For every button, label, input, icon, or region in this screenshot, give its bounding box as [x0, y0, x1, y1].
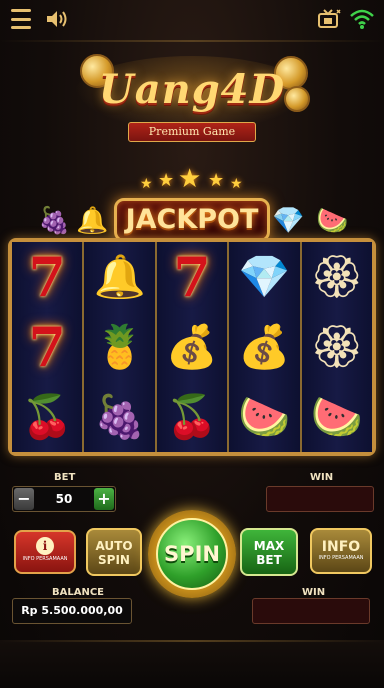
seven-icon: 7 — [173, 245, 211, 309]
max-bet-line2: BET — [256, 553, 282, 567]
auto-spin-line2: SPIN — [98, 553, 130, 567]
reel-cell: 🏵 — [302, 312, 372, 382]
reel-cell: 🔔 — [84, 242, 154, 312]
cherries-icon: 🍒 — [165, 392, 219, 441]
info-right-sublabel: INFO PERSAMAAN — [318, 555, 364, 561]
reel-column: 🏵 🏵 🍉 — [301, 242, 373, 452]
reel-cell: 💰 — [157, 312, 227, 382]
tv-icon[interactable] — [316, 8, 342, 30]
top-bar — [0, 0, 384, 38]
grapes-icon: 🍇 — [93, 392, 146, 441]
info-left-label: INFO PERSAMAAN — [22, 556, 68, 562]
reel-cell: 7 — [157, 242, 227, 312]
diamond-icon: 💎 — [272, 206, 305, 236]
spin-button[interactable]: SPIN — [156, 518, 228, 590]
watermelon-icon: 🍉 — [238, 392, 291, 441]
bell-icon: 🔔 — [76, 206, 109, 236]
max-bet-button[interactable]: MAX BET — [240, 528, 298, 576]
bottom-rail — [0, 640, 384, 688]
speaker-icon[interactable] — [44, 8, 70, 30]
auto-spin-button[interactable]: AUTO SPIN — [86, 528, 142, 576]
reel-cell: 7 — [12, 242, 82, 312]
seven-icon: 7 — [28, 245, 66, 309]
reel-column: 7 💰 🍒 — [156, 242, 230, 452]
wifi-icon — [348, 7, 376, 31]
reel-frame: 7 7 🍒 🔔 🍍 🍇 7 💰 🍒 💎 💰 🍉 🏵 🏵 🍉 — [8, 238, 376, 456]
star-icon: ★ — [208, 170, 225, 191]
reel-cell: 🍉 — [302, 382, 372, 452]
wayang-icon: 🏵 — [310, 322, 364, 371]
money-bag-icon: 💰 — [238, 322, 291, 371]
info-button-right[interactable]: INFO INFO PERSAMAAN — [310, 528, 372, 574]
reel-column: 🔔 🍍 🍇 — [84, 242, 157, 452]
balance-label: BALANCE — [52, 587, 105, 598]
reel-cell: 🍍 — [84, 312, 154, 382]
divider-line — [0, 640, 384, 642]
reel-cell: 🍒 — [12, 382, 82, 452]
reel-cell: 💰 — [229, 312, 299, 382]
reel-cell: 💎 — [229, 242, 299, 312]
divider-line — [0, 40, 384, 42]
reel-cell: 7 — [12, 312, 82, 382]
seven-icon: 7 — [28, 315, 66, 379]
win-label: WIN — [310, 472, 334, 483]
menu-icon[interactable] — [10, 9, 32, 29]
reel-cell: 🏵 — [302, 242, 372, 312]
cherries-icon: 🍒 — [21, 392, 74, 441]
star-icon: ★ — [178, 164, 202, 194]
money-bag-icon: 💰 — [165, 322, 219, 371]
logo-title: Uang4D — [98, 66, 286, 113]
info-button-left[interactable]: i INFO PERSAMAAN — [14, 530, 76, 574]
star-icon: ★ — [140, 176, 153, 192]
balance-value: Rp 5.500.000,00 — [12, 598, 132, 624]
win-display — [266, 486, 374, 512]
star-icon: ★ — [230, 176, 243, 192]
grapes-icon: 🍇 — [38, 206, 71, 236]
auto-spin-line1: AUTO — [95, 539, 133, 553]
info-icon: i — [36, 537, 54, 555]
reels: 7 7 🍒 🔔 🍍 🍇 7 💰 🍒 💎 💰 🍉 🏵 🏵 🍉 — [12, 242, 373, 452]
bet-stepper: − 50 + — [12, 486, 116, 512]
diamond-icon: 💎 — [238, 252, 291, 301]
reel-cell: 🍉 — [229, 382, 299, 452]
reel-cell: 🍒 — [157, 382, 227, 452]
star-icon: ★ — [158, 170, 175, 191]
jackpot-banner: JACKPOT — [114, 198, 270, 242]
max-bet-line1: MAX — [253, 539, 285, 553]
bet-label: BET — [54, 472, 76, 483]
info-right-label: INFO — [321, 539, 361, 555]
bet-value: 50 — [55, 492, 73, 506]
bell-icon: 🔔 — [93, 252, 146, 301]
watermelon-icon: 🍉 — [310, 392, 363, 441]
jackpot-area: ★ ★ ★ ★ ★ 🍇 🔔 💎 🍉 JACKPOT — [0, 160, 384, 246]
wayang-icon: 🏵 — [310, 252, 364, 301]
game-logo: Uang4D Premium Game — [66, 52, 318, 148]
reel-column: 💎 💰 🍉 — [229, 242, 302, 452]
reel-cell: 🍇 — [84, 382, 154, 452]
bet-increase-button[interactable]: + — [94, 488, 114, 510]
reel-column: 7 7 🍒 — [12, 242, 85, 452]
win-display-bottom — [252, 598, 370, 624]
watermelon-icon: 🍉 — [316, 206, 349, 236]
bet-decrease-button[interactable]: − — [14, 488, 34, 510]
logo-subtitle: Premium Game — [128, 122, 256, 142]
pineapple-gold-icon: 🍍 — [93, 322, 146, 371]
win2-label: WIN — [302, 587, 326, 598]
